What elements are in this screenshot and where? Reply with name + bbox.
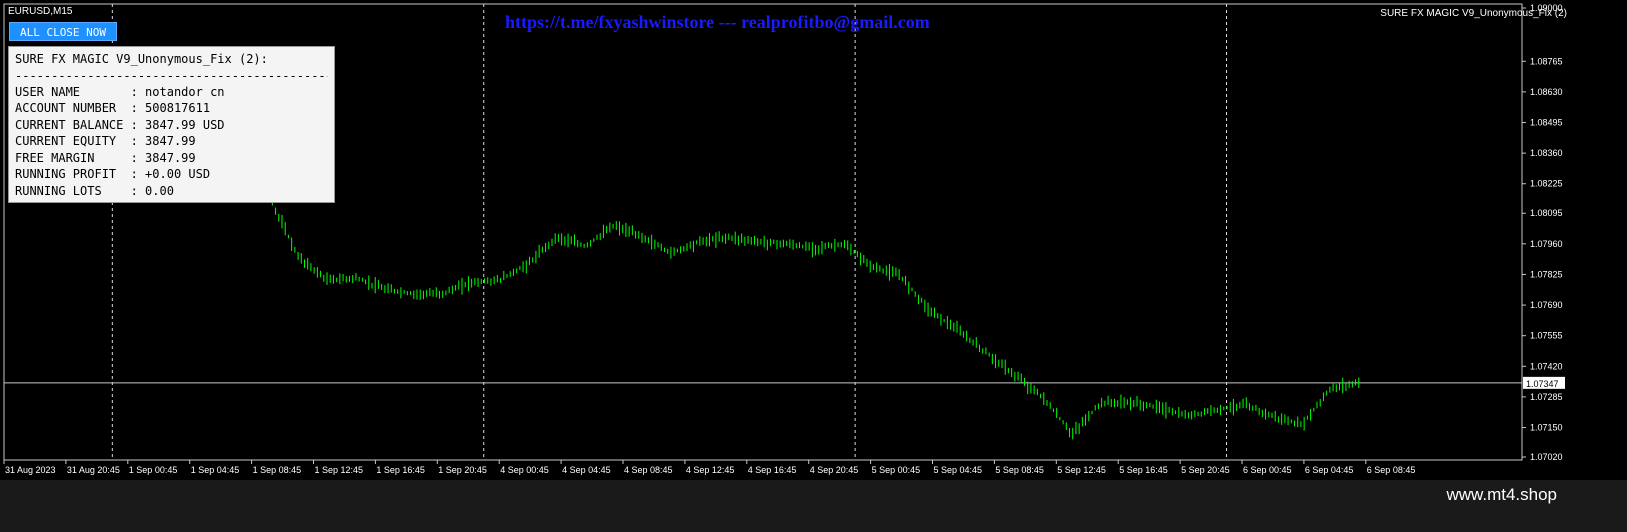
time-label: 6 Sep 00:45 [1243, 465, 1292, 475]
time-label: 4 Sep 16:45 [748, 465, 797, 475]
time-label: 31 Aug 20:45 [67, 465, 120, 475]
panel-separator: ----------------------------------------… [15, 68, 328, 83]
time-label: 4 Sep 12:45 [686, 465, 735, 475]
footer-bar [0, 480, 1627, 532]
price-label: 1.07285 [1530, 392, 1563, 402]
price-label: 1.07690 [1530, 300, 1563, 310]
panel-title: SURE FX MAGIC V9_Unonymous_Fix (2): [15, 52, 268, 66]
time-label: 1 Sep 04:45 [191, 465, 240, 475]
price-label: 1.08095 [1530, 208, 1563, 218]
symbol-label: EURUSD,M15 [8, 6, 73, 17]
price-label: 1.08225 [1530, 179, 1563, 189]
price-label: 1.07960 [1530, 239, 1563, 249]
time-label: 5 Sep 12:45 [1057, 465, 1106, 475]
price-label: 1.07825 [1530, 269, 1563, 279]
time-label: 5 Sep 20:45 [1181, 465, 1230, 475]
price-label: 1.08495 [1530, 118, 1563, 128]
time-label: 1 Sep 00:45 [129, 465, 178, 475]
time-label: 1 Sep 20:45 [438, 465, 487, 475]
price-label: 1.07020 [1530, 452, 1563, 462]
price-label: 1.08630 [1530, 87, 1563, 97]
chart-area[interactable]: 1.09000 1.08765 1.08630 1.08495 1.08360 1.082… [0, 0, 1627, 497]
time-label: 1 Sep 12:45 [315, 465, 364, 475]
time-label: 6 Sep 04:45 [1305, 465, 1354, 475]
time-label: 31 Aug 2023 [5, 465, 56, 475]
expert-advisor-label: SURE FX MAGIC V9_Unonymous_Fix (2) [1380, 8, 1567, 19]
panel-row-current-balance: CURRENT BALANCE : 3847.99 USD [15, 117, 225, 132]
price-label: 1.07150 [1530, 423, 1563, 433]
panel-row-current-equity: CURRENT EQUITY : 3847.99 [15, 134, 196, 148]
time-label: 5 Sep 08:45 [995, 465, 1044, 475]
time-label: 4 Sep 20:45 [810, 465, 859, 475]
time-label: 4 Sep 04:45 [562, 465, 611, 475]
panel-row-user-name: USER NAME : notandor cn [15, 84, 225, 99]
panel-row-free-margin: FREE MARGIN : 3847.99 [15, 150, 196, 165]
price-label: 1.07555 [1530, 331, 1563, 341]
time-label: 6 Sep 08:45 [1367, 465, 1416, 475]
current-price-label: 1.07347 [1526, 379, 1559, 389]
time-label: 5 Sep 00:45 [872, 465, 921, 475]
time-label: 4 Sep 08:45 [624, 465, 673, 475]
account-info-panel: SURE FX MAGIC V9_Unonymous_Fix (2): ----… [8, 46, 335, 203]
time-label: 1 Sep 16:45 [376, 465, 425, 475]
time-label: 5 Sep 16:45 [1119, 465, 1168, 475]
price-label: 1.08765 [1530, 56, 1563, 66]
panel-row-running-lots: RUNNING LOTS : 0.00 [15, 183, 174, 198]
time-label: 4 Sep 00:45 [500, 465, 549, 475]
panel-row-running-profit: RUNNING PROFIT : +0.00 USD [15, 167, 211, 181]
time-label: 5 Sep 04:45 [934, 465, 983, 475]
price-label: 1.08360 [1530, 148, 1563, 158]
all-close-now-button[interactable]: ALL CLOSE NOW [9, 22, 117, 41]
time-label: 1 Sep 08:45 [253, 465, 302, 475]
site-label: www.mt4.shop [1446, 485, 1557, 504]
price-label: 1.07420 [1530, 361, 1563, 371]
panel-row-account-number: ACCOUNT NUMBER : 500817611 [15, 101, 211, 115]
watermark-text: https://t.me/fxyashwinstore --- realprof… [505, 12, 930, 32]
